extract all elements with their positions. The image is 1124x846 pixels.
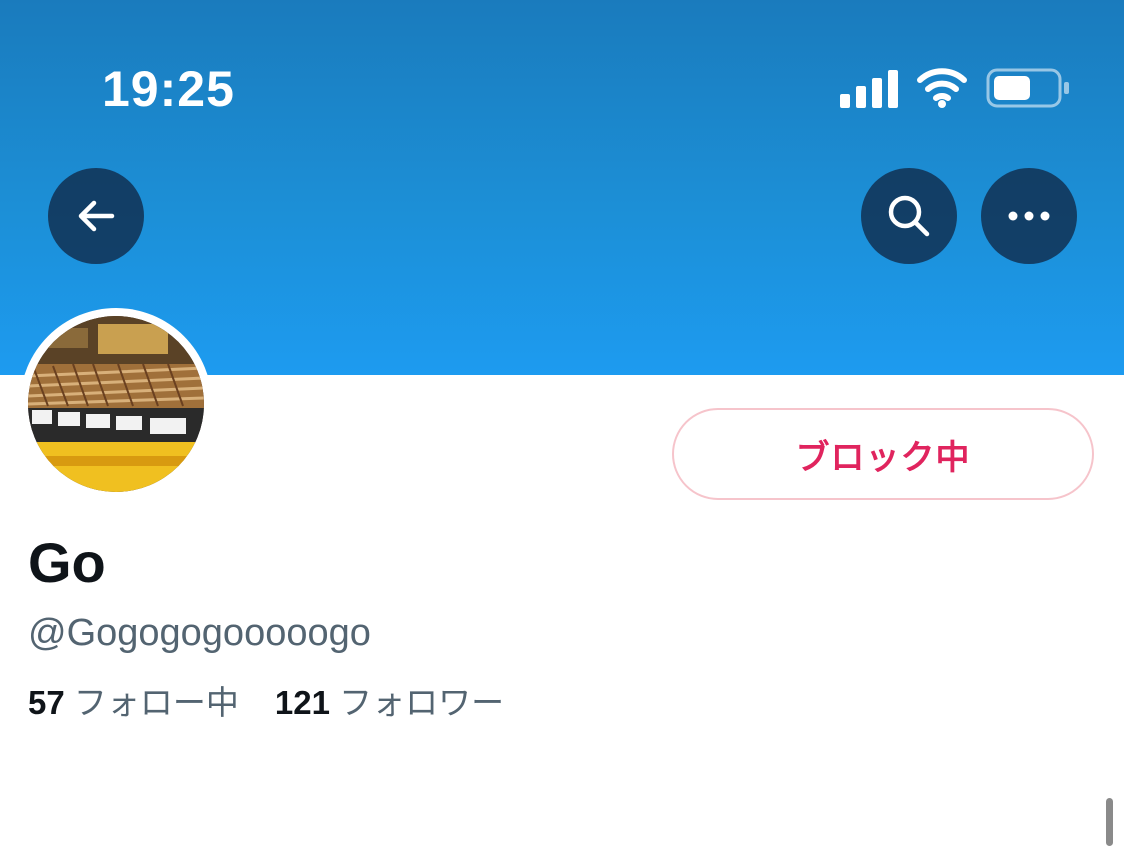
wifi-icon [917, 68, 967, 108]
followers-link[interactable]: 121 フォロワー [275, 684, 504, 721]
followers-label: フォロワー [339, 684, 505, 721]
scrollbar[interactable] [1106, 798, 1113, 846]
more-horizontal-icon [1008, 211, 1050, 221]
search-button[interactable] [861, 168, 957, 264]
avatar[interactable] [20, 308, 212, 500]
blocking-button[interactable]: ブロック中 [672, 408, 1094, 500]
display-name: Go [28, 531, 106, 594]
search-icon [888, 195, 930, 237]
status-time: 19:25 [102, 61, 235, 117]
more-options-button[interactable] [981, 168, 1077, 264]
profile-handle: @Gogogogooooogo [28, 612, 371, 654]
follow-stats: 57 フォロー中 121 フォロワー [28, 676, 504, 724]
arrow-left-icon [78, 200, 115, 232]
profile-header-banner: 19:25 [0, 0, 1124, 375]
cellular-signal-icon [840, 70, 898, 108]
following-count: 57 [28, 684, 65, 721]
battery-icon [986, 68, 1069, 108]
avatar-photo [28, 316, 204, 492]
following-link[interactable]: 57 フォロー中 [28, 684, 239, 721]
back-button[interactable] [48, 168, 144, 264]
following-label: フォロー中 [73, 684, 239, 721]
followers-count: 121 [274, 684, 330, 721]
